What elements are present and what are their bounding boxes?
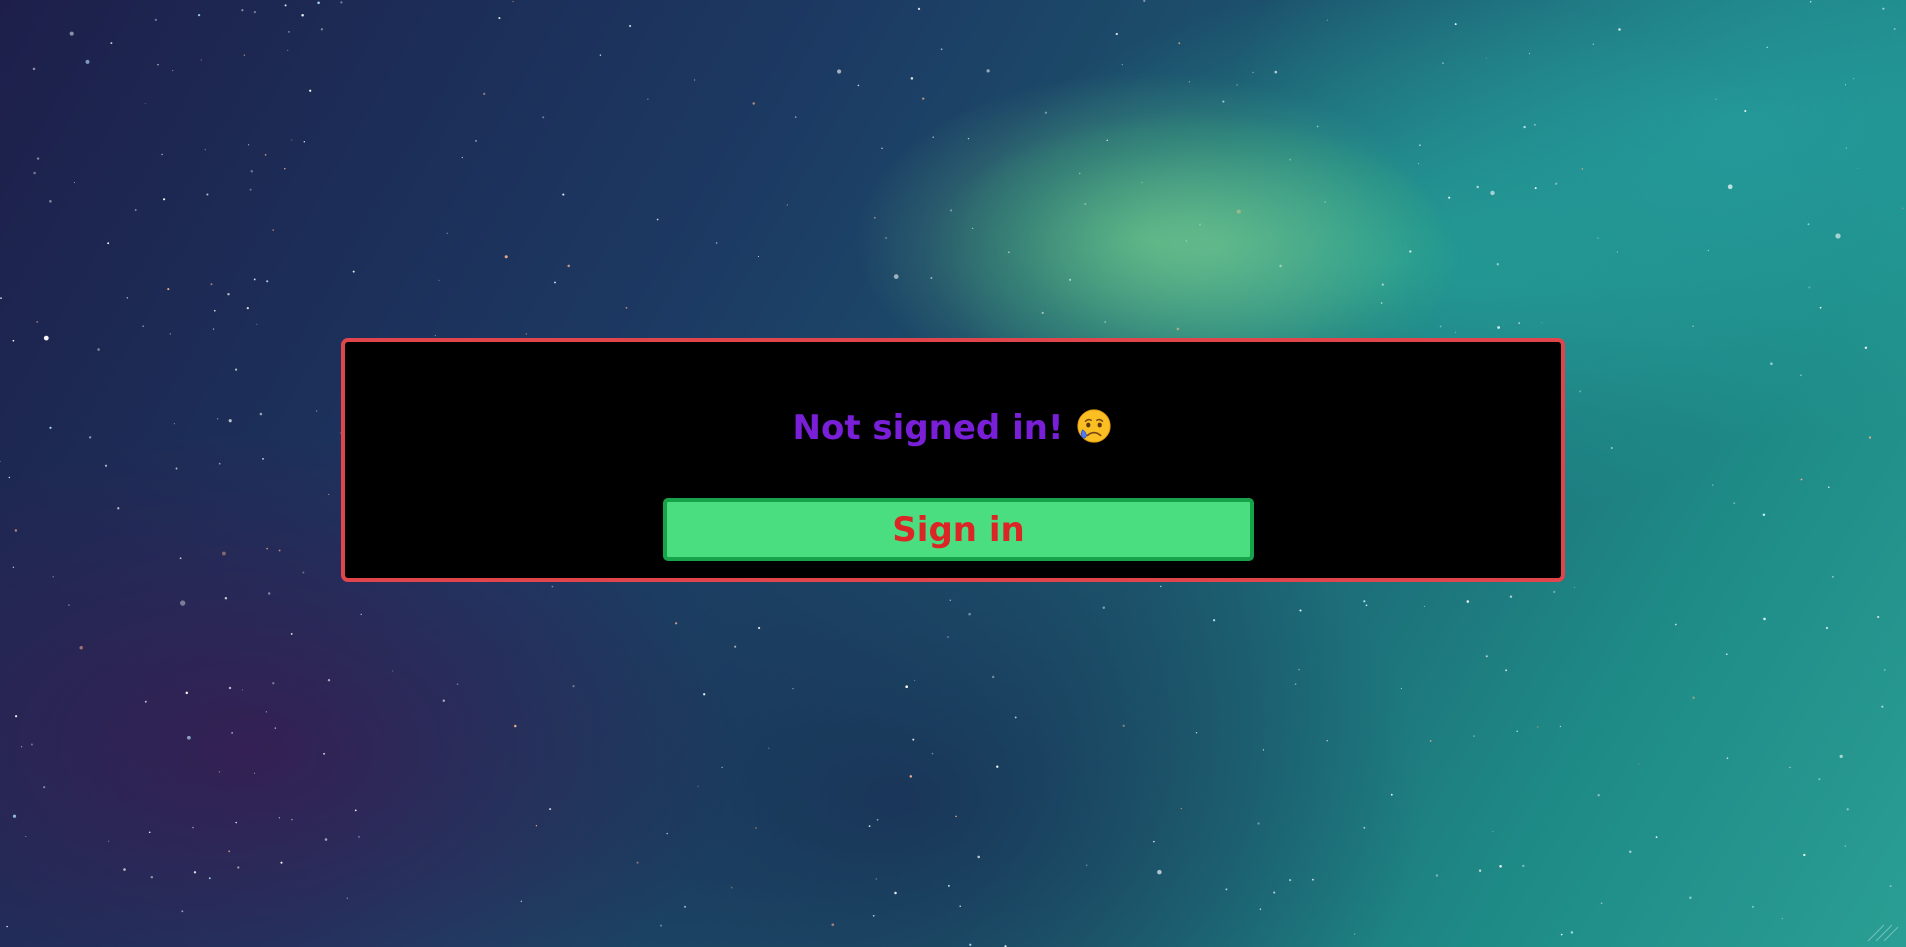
sign-in-panel: Not signed in! Sign in [341,338,1565,582]
sign-in-button[interactable]: Sign in [663,498,1254,561]
status-message: Not signed in! [345,406,1561,450]
sad-face-icon [1077,409,1112,443]
status-message-text: Not signed in! [792,408,1064,448]
corner-decoration [1867,924,1898,942]
